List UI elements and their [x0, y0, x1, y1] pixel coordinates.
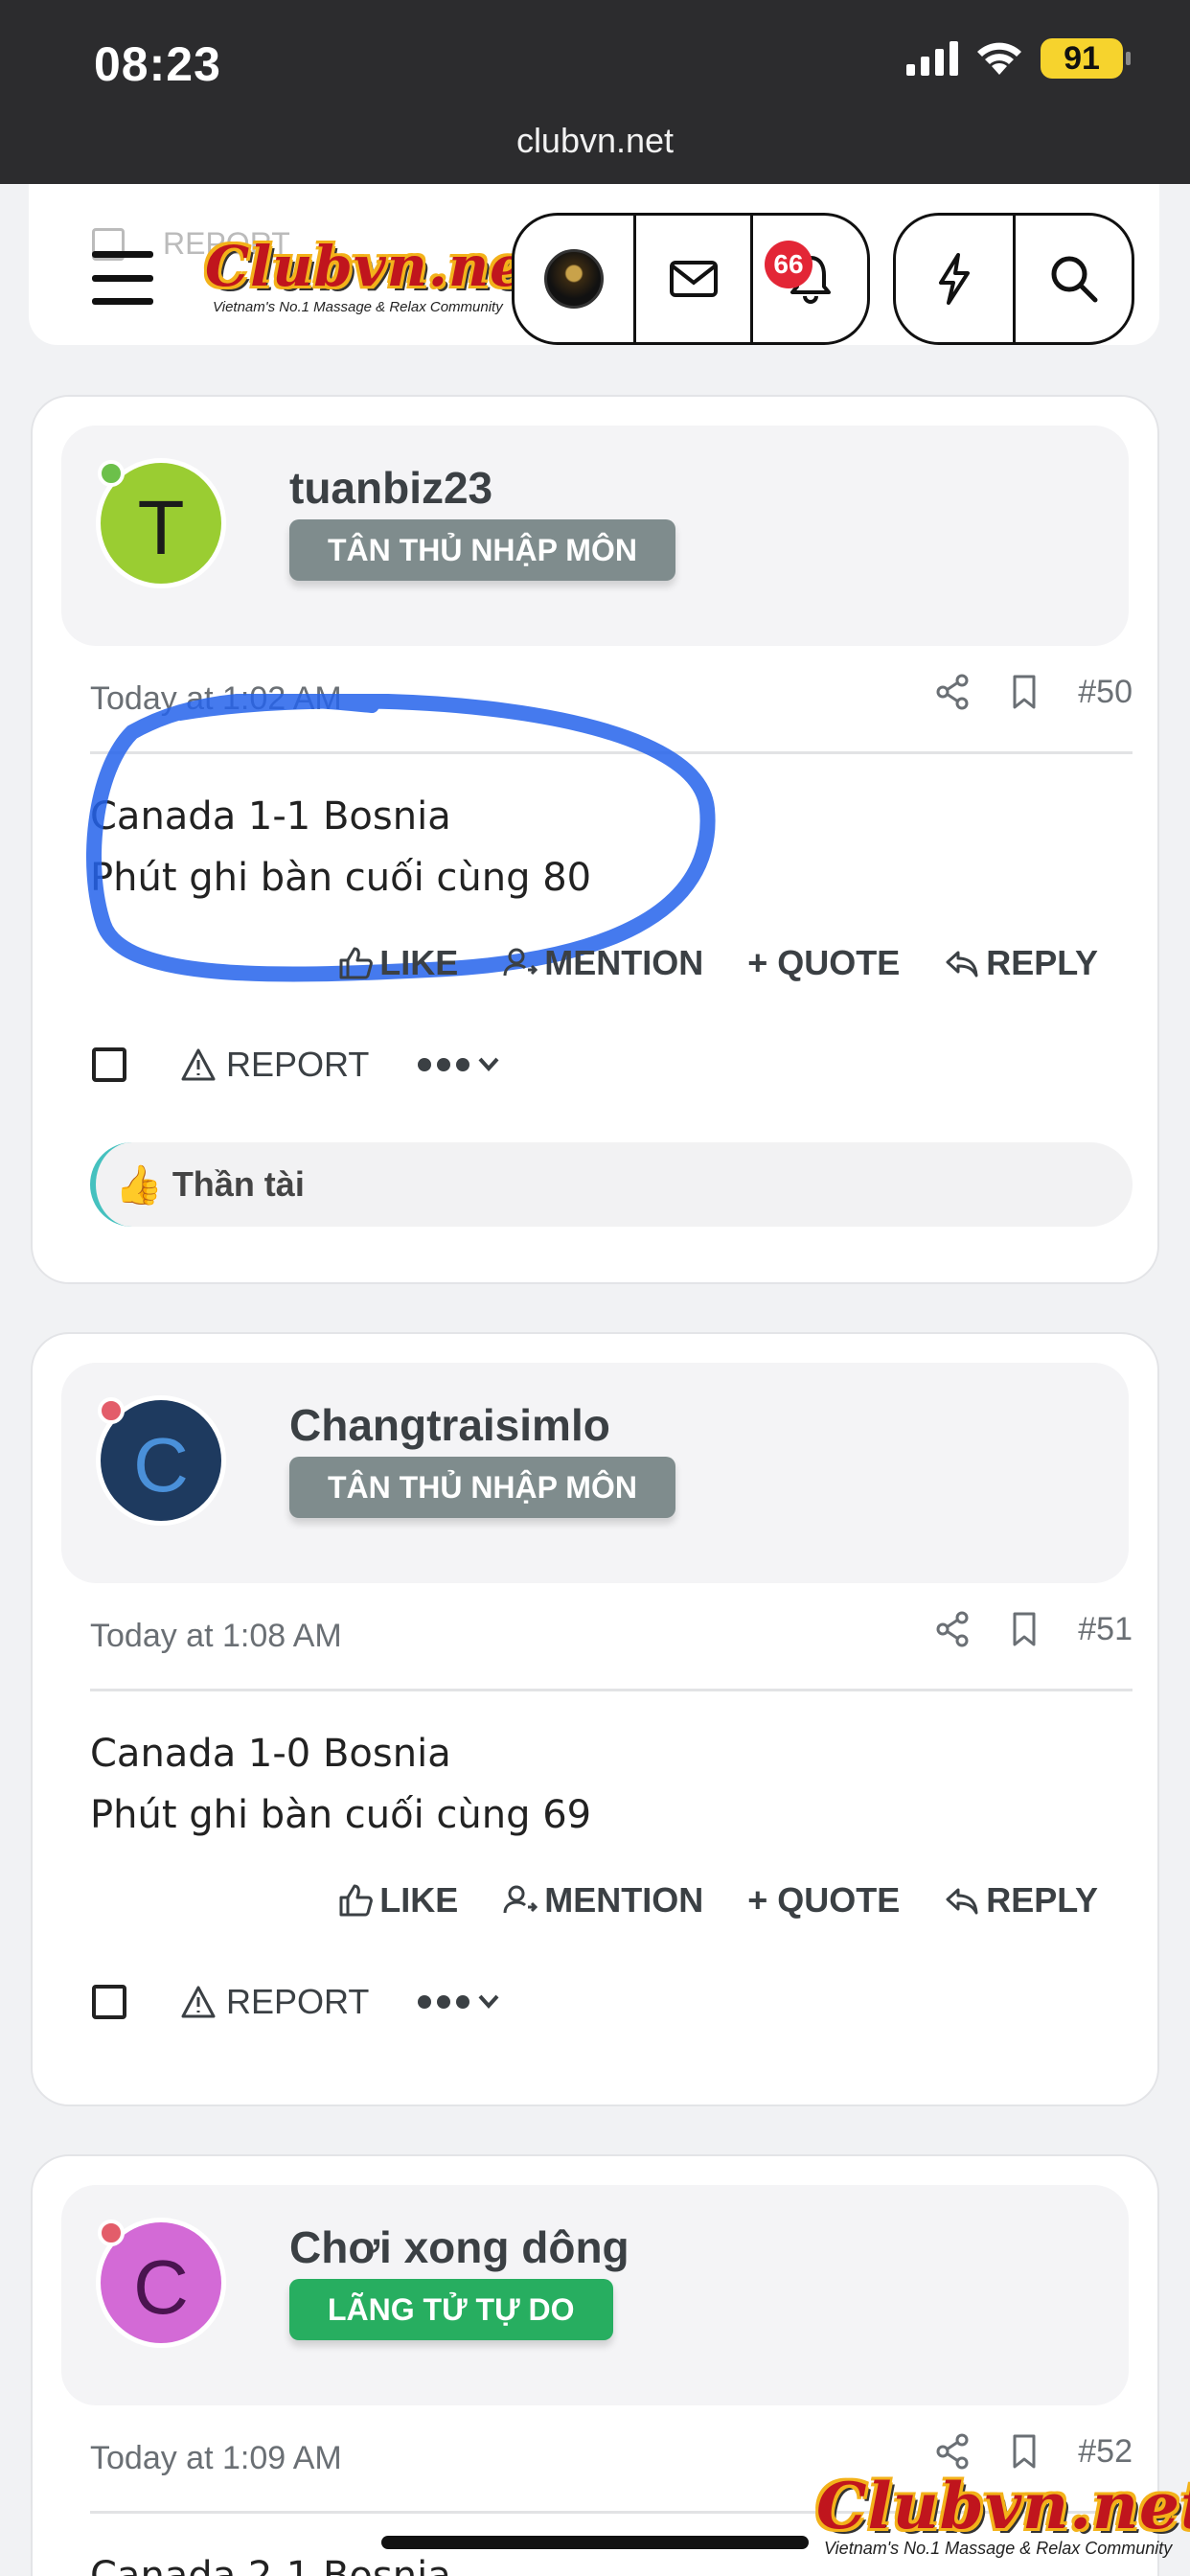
- status-icons: 91: [906, 38, 1131, 79]
- more-options-icon[interactable]: [415, 1050, 511, 1079]
- whats-new-button[interactable]: [896, 216, 1013, 342]
- home-indicator[interactable]: [381, 2536, 809, 2549]
- watermark-tagline: Vietnam's No.1 Massage & Relax Community: [824, 2539, 1173, 2558]
- mention-button[interactable]: MENTION: [502, 1880, 703, 1920]
- username[interactable]: Changtraisimlo: [289, 1399, 610, 1451]
- reaction-users: Thần tài: [172, 1164, 305, 1204]
- reply-icon: [946, 951, 978, 978]
- divider: [90, 1689, 1133, 1691]
- inbox-button[interactable]: [633, 216, 750, 342]
- report-button[interactable]: REPORT: [180, 1045, 369, 1085]
- status-time: 08:23: [94, 37, 221, 91]
- quote-button[interactable]: + QUOTE: [747, 1880, 900, 1920]
- site-logo[interactable]: Clubvn.net Vietnam's No.1 Massage & Rela…: [205, 234, 553, 315]
- username[interactable]: Chơi xong dông: [289, 2221, 629, 2273]
- lightning-icon: [939, 253, 970, 305]
- warning-icon: [181, 1986, 216, 2018]
- search-button[interactable]: [1013, 216, 1132, 342]
- reaction-summary[interactable]: 👍 Thần tài: [90, 1142, 1133, 1227]
- username[interactable]: tuanbiz23: [289, 462, 492, 514]
- user-info: C Changtraisimlo TÂN THỦ NHẬP MÔN: [61, 1363, 1129, 1583]
- notification-badge: 66: [765, 241, 812, 288]
- avatar: [544, 249, 604, 309]
- account-nav: 66: [512, 213, 870, 345]
- online-status-dot: [98, 1397, 125, 1424]
- search-icon: [1051, 256, 1097, 303]
- post-line: Phút ghi bàn cuối cùng 69: [90, 1793, 592, 1837]
- account-avatar-button[interactable]: [515, 216, 633, 342]
- online-status-dot: [98, 2220, 125, 2246]
- post-actions: LIKE MENTION + QUOTE REPLY: [337, 943, 1098, 983]
- mention-user-icon: [503, 948, 538, 977]
- alerts-button[interactable]: 66: [750, 216, 867, 342]
- post-card: C Changtraisimlo TÂN THỦ NHẬP MÔN Today …: [31, 1332, 1159, 2106]
- reply-button[interactable]: REPLY: [944, 943, 1098, 983]
- reply-button[interactable]: REPLY: [944, 1880, 1098, 1920]
- bookmark-icon[interactable]: [1009, 673, 1040, 711]
- share-icon[interactable]: [934, 2432, 971, 2471]
- watermark-logo: Clubvn.net Vietnam's No.1 Massage & Rela…: [816, 2469, 1190, 2559]
- mention-user-icon: [503, 1885, 538, 1914]
- select-checkbox[interactable]: [92, 1047, 126, 1082]
- post-content: Canada 1-0 Bosnia Phút ghi bàn cuối cùng…: [90, 1723, 591, 1846]
- post-tools: REPORT: [92, 1045, 511, 1085]
- post-content: Canada 2-1 Bosnia: [90, 2545, 451, 2576]
- select-checkbox[interactable]: [92, 1985, 126, 2019]
- rank-badge: TÂN THỦ NHẬP MÔN: [289, 519, 675, 581]
- post-tools: REPORT: [92, 1982, 511, 2022]
- share-icon[interactable]: [934, 673, 971, 711]
- wifi-icon: [977, 42, 1021, 75]
- quote-button[interactable]: + QUOTE: [747, 943, 900, 983]
- browser-top-bar: 08:23 91 clubvn.net: [0, 0, 1190, 184]
- user-info: C Chơi xong dông LÃNG TỬ TỰ DO: [61, 2185, 1129, 2405]
- like-button[interactable]: LIKE: [337, 1880, 458, 1920]
- cellular-signal-icon: [906, 41, 958, 76]
- like-button[interactable]: LIKE: [337, 943, 458, 983]
- rank-badge: LÃNG TỬ TỰ DO: [289, 2279, 613, 2340]
- post-date[interactable]: Today at 1:09 AM: [90, 2440, 342, 2477]
- thumbs-up-emoji-icon: 👍: [115, 1163, 163, 1207]
- rank-badge: TÂN THỦ NHẬP MÔN: [289, 1457, 675, 1518]
- post-date[interactable]: Today at 1:08 AM: [90, 1618, 342, 1655]
- post-actions: LIKE MENTION + QUOTE REPLY: [337, 1880, 1098, 1920]
- post-line: Canada 1-0 Bosnia: [90, 1732, 451, 1776]
- post-number[interactable]: #50: [1078, 674, 1133, 711]
- menu-icon[interactable]: [92, 251, 153, 305]
- envelope-icon: [669, 261, 718, 297]
- tools-nav: [893, 213, 1134, 345]
- logo-tagline: Vietnam's No.1 Massage & Relax Community: [213, 299, 503, 315]
- share-icon[interactable]: [934, 1610, 971, 1648]
- post-card: T tuanbiz23 TÂN THỦ NHẬP MÔN Today at 1:…: [31, 395, 1159, 1284]
- bookmark-icon[interactable]: [1009, 2432, 1040, 2471]
- address-bar-url[interactable]: clubvn.net: [0, 121, 1190, 161]
- post-number[interactable]: #52: [1078, 2433, 1133, 2471]
- more-options-icon[interactable]: [415, 1988, 511, 2016]
- thumbs-up-icon: [339, 947, 374, 979]
- user-info: T tuanbiz23 TÂN THỦ NHẬP MÔN: [61, 426, 1129, 646]
- watermark-text: Clubvn.net: [816, 2469, 1190, 2543]
- post-number[interactable]: #51: [1078, 1611, 1133, 1648]
- battery-indicator: 91: [1041, 38, 1131, 79]
- post-line: Canada 2-1 Bosnia: [90, 2554, 451, 2576]
- report-button[interactable]: REPORT: [180, 1982, 369, 2022]
- online-status-dot: [98, 460, 125, 487]
- bookmark-icon[interactable]: [1009, 1610, 1040, 1648]
- warning-icon: [181, 1048, 216, 1081]
- reply-icon: [946, 1888, 978, 1915]
- mention-button[interactable]: MENTION: [502, 943, 703, 983]
- thumbs-up-icon: [339, 1884, 374, 1917]
- logo-text: Clubvn.net: [205, 234, 553, 299]
